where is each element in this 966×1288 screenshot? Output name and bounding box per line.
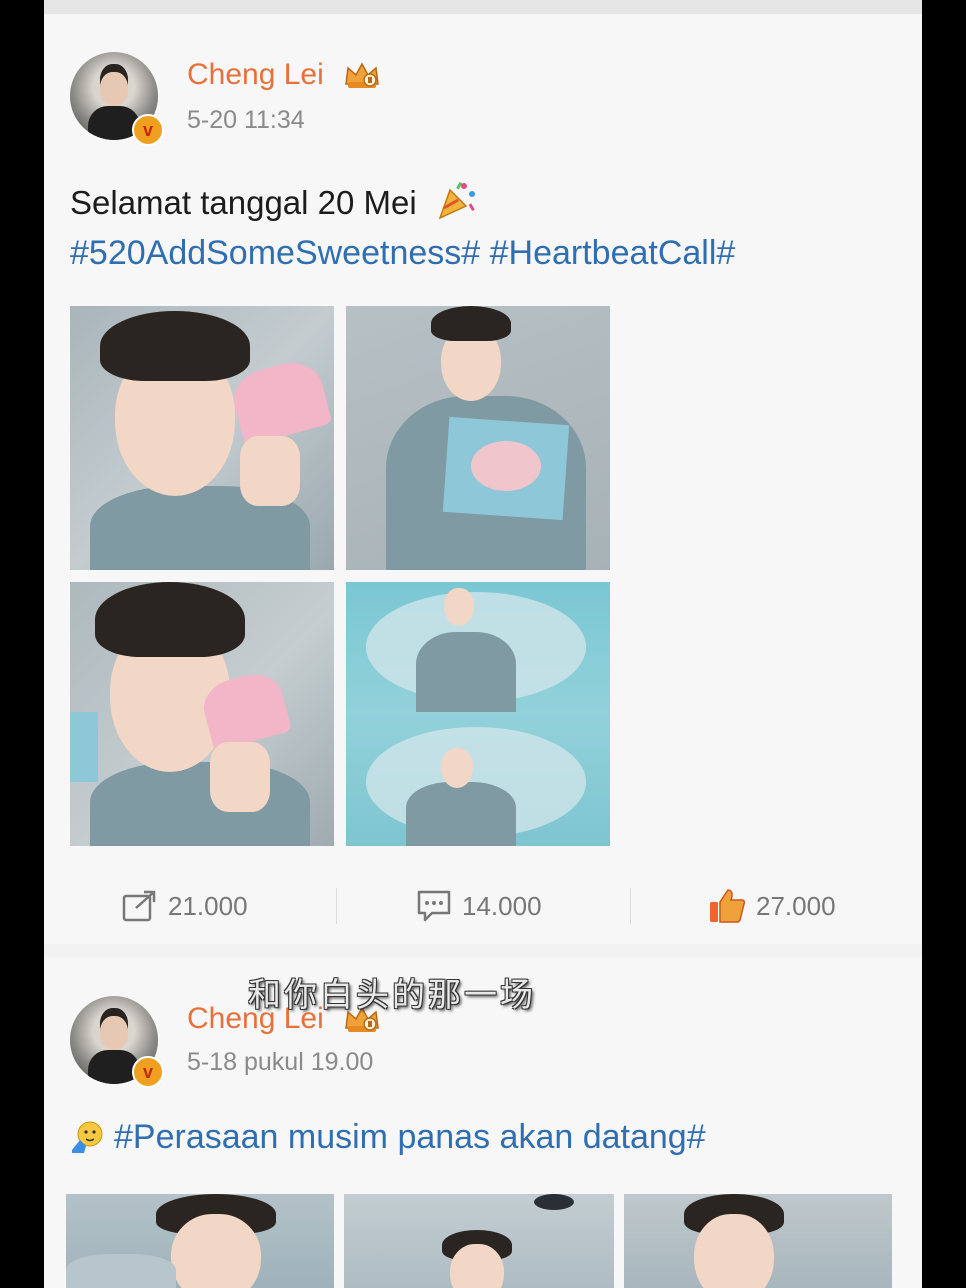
hashtag-links[interactable]: #520AddSomeSweetness# #HeartbeatCall# xyxy=(70,234,735,273)
username[interactable]: Cheng Lei xyxy=(187,58,324,92)
post-image[interactable] xyxy=(66,1194,334,1288)
like-button[interactable]: 27.000 xyxy=(708,876,836,936)
weibo-feed: Cheng Lei 5-20 11:34 Selamat tanggal 20 … xyxy=(44,0,922,1288)
salute-face-icon xyxy=(72,1121,103,1153)
repost-button[interactable]: 21.000 xyxy=(122,876,248,936)
timestamp: 5-18 pukul 19.00 xyxy=(187,1048,374,1076)
repost-icon xyxy=(122,890,156,922)
thumbs-up-icon xyxy=(710,889,746,923)
post-image[interactable] xyxy=(624,1194,892,1288)
post-image[interactable] xyxy=(70,582,334,846)
timestamp: 5-20 11:34 xyxy=(187,106,305,134)
hashtag-links[interactable]: #Perasaan musim panas akan datang# xyxy=(114,1118,706,1157)
post-image[interactable] xyxy=(344,1194,614,1288)
party-popper-icon xyxy=(438,181,475,220)
post-text: Selamat tanggal 20 Mei xyxy=(70,178,478,222)
comment-button[interactable]: 14.000 xyxy=(416,876,542,936)
post-text-content: Selamat tanggal 20 Mei xyxy=(70,184,417,221)
verified-badge-icon xyxy=(132,1056,164,1088)
post-image[interactable] xyxy=(346,306,610,570)
verified-badge-icon xyxy=(132,114,164,146)
feed-divider xyxy=(44,0,922,14)
post-image[interactable] xyxy=(70,306,334,570)
post-action-bar: 21.000 14.000 27.000 xyxy=(44,876,922,936)
comment-icon xyxy=(417,890,451,922)
comment-count: 14.000 xyxy=(462,890,542,921)
video-subtitle: 和你白头的那一场 xyxy=(248,976,536,1013)
like-count: 27.000 xyxy=(756,890,836,921)
post-card[interactable]: Cheng Lei 5-20 11:34 Selamat tanggal 20 … xyxy=(44,14,922,944)
post-image[interactable] xyxy=(346,582,610,846)
crown-badge-icon xyxy=(345,62,379,88)
repost-count: 21.000 xyxy=(168,890,248,921)
